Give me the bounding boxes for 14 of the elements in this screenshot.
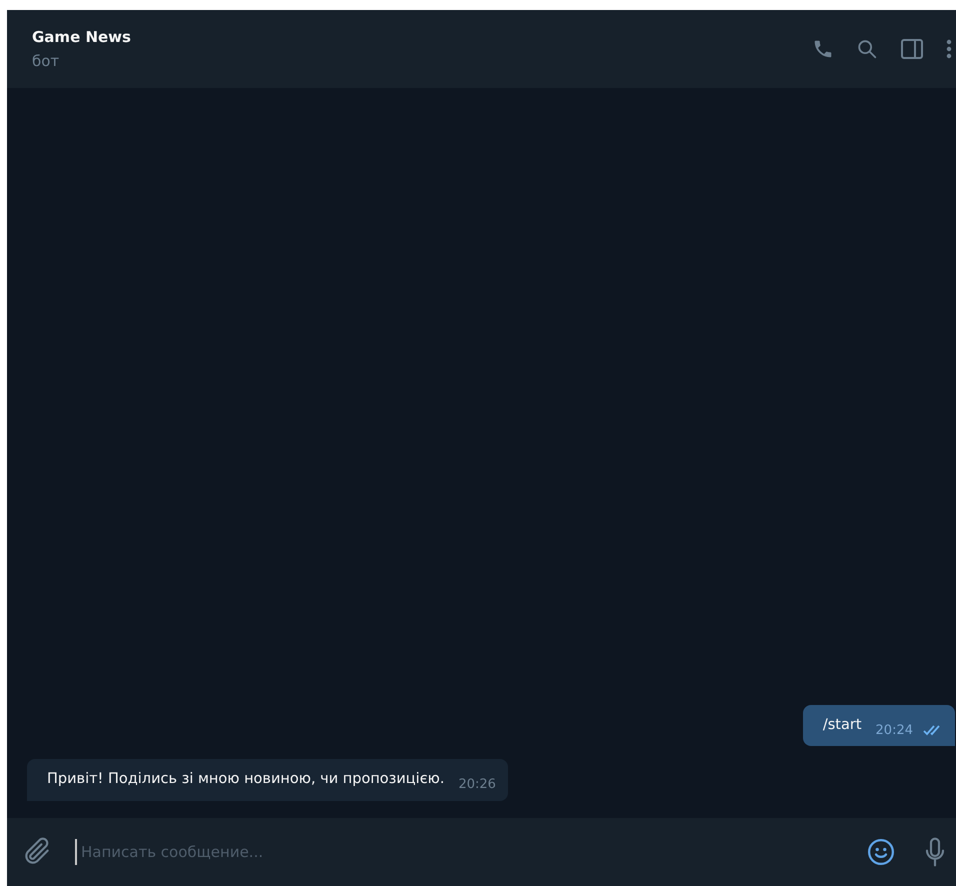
emoji-button[interactable] (866, 837, 896, 867)
message-time: 20:24 (876, 722, 913, 740)
call-button[interactable] (812, 38, 834, 60)
message-text: Привіт! Поділись зі мною новиною, чи пропозицією. (47, 770, 444, 790)
message-composer[interactable]: Написать сообщение... (7, 818, 956, 886)
sidebar-toggle-button[interactable] (900, 38, 924, 60)
message-text: /start (822, 716, 862, 734)
message-input[interactable]: Написать сообщение... (75, 839, 866, 865)
microphone-button[interactable] (924, 836, 946, 868)
search-button[interactable] (856, 38, 878, 60)
message-time: 20:26 (458, 776, 496, 794)
more-button[interactable] (946, 38, 952, 60)
chat-title: Game News (32, 27, 131, 47)
chat-subtitle: бот (32, 51, 60, 71)
